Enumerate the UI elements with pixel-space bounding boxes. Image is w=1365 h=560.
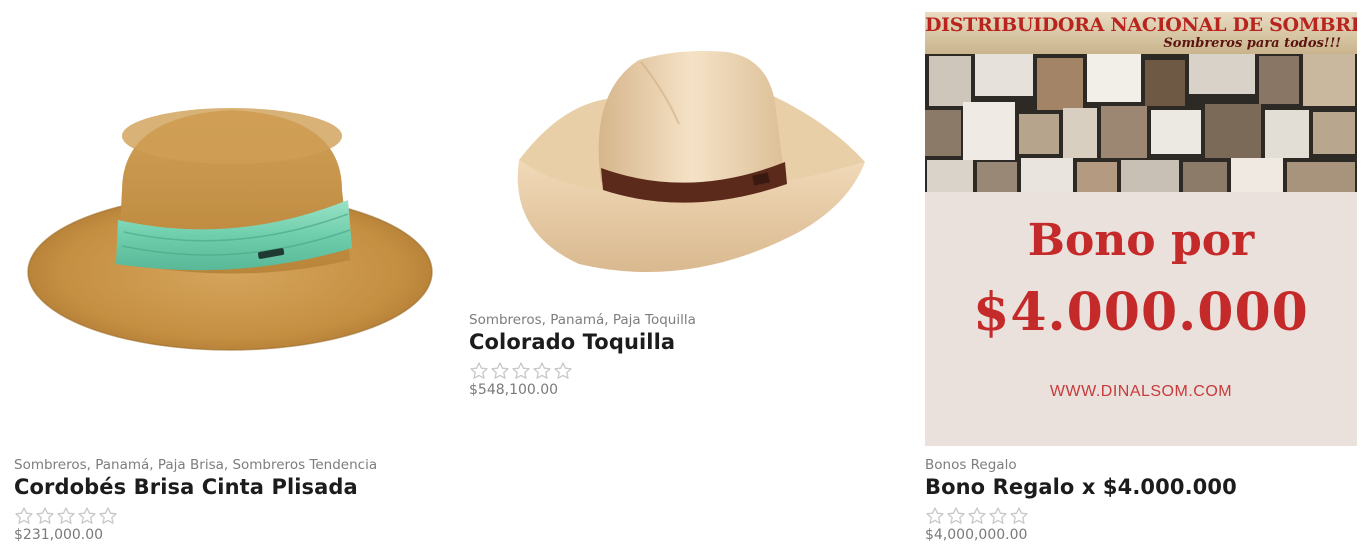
- star-outline-icon: [491, 362, 509, 379]
- star-outline-icon: [947, 507, 965, 524]
- bono-line-1: Bono por: [1027, 215, 1255, 266]
- product-image-link[interactable]: [469, 32, 909, 297]
- product-card: DISTRIBUIDORA NACIONAL DE SOMBREROS Somb…: [925, 12, 1357, 543]
- gift-card-banner-link[interactable]: DISTRIBUIDORA NACIONAL DE SOMBREROS Somb…: [925, 12, 1357, 446]
- star-outline-icon: [554, 362, 572, 379]
- star-outline-icon: [968, 507, 986, 524]
- product-card: Sombreros, Panamá, Paja Brisa, Sombreros…: [14, 50, 454, 543]
- banner-tagline: Sombreros para todos!!!: [1163, 36, 1341, 51]
- photo-collage-image: [925, 50, 1357, 192]
- star-outline-icon: [15, 507, 33, 524]
- star-outline-icon: [1010, 507, 1028, 524]
- star-outline-icon: [512, 362, 530, 379]
- star-outline-icon: [99, 507, 117, 524]
- bono-amount: $4.000.000: [973, 282, 1309, 343]
- star-outline-icon: [989, 507, 1007, 524]
- product-price: $231,000.00: [14, 527, 104, 543]
- product-categories[interactable]: Sombreros, Panamá, Paja Toquilla: [469, 311, 696, 329]
- star-outline-icon: [926, 507, 944, 524]
- product-title[interactable]: Colorado Toquilla: [469, 329, 696, 355]
- product-image-link[interactable]: [14, 50, 454, 400]
- cowboy-hat-icon: [517, 51, 865, 273]
- product-price: $4,000,000.00: [925, 527, 1028, 543]
- photo-collage-header: DISTRIBUIDORA NACIONAL DE SOMBREROS Somb…: [925, 12, 1357, 192]
- product-price: $548,100.00: [469, 382, 559, 398]
- star-rating: [469, 361, 696, 381]
- product-card: Sombreros, Panamá, Paja Toquilla Colorad…: [469, 32, 909, 398]
- boater-hat-icon: [27, 108, 433, 351]
- star-outline-icon: [470, 362, 488, 379]
- product-categories[interactable]: Bonos Regalo: [925, 456, 1237, 474]
- product-title[interactable]: Bono Regalo x $4.000.000: [925, 474, 1237, 500]
- star-outline-icon: [36, 507, 54, 524]
- star-rating: [925, 506, 1237, 526]
- product-grid: Sombreros, Panamá, Paja Brisa, Sombreros…: [0, 0, 1365, 560]
- product-categories[interactable]: Sombreros, Panamá, Paja Brisa, Sombreros…: [14, 456, 377, 474]
- product-title[interactable]: Cordobés Brisa Cinta Plisada: [14, 474, 377, 500]
- star-outline-icon: [533, 362, 551, 379]
- banner-heading: DISTRIBUIDORA NACIONAL DE SOMBREROS: [925, 14, 1357, 36]
- star-rating: [14, 506, 377, 526]
- banner-url: WWW.DINALSOM.COM: [1049, 383, 1233, 400]
- star-outline-icon: [78, 507, 96, 524]
- star-outline-icon: [57, 507, 75, 524]
